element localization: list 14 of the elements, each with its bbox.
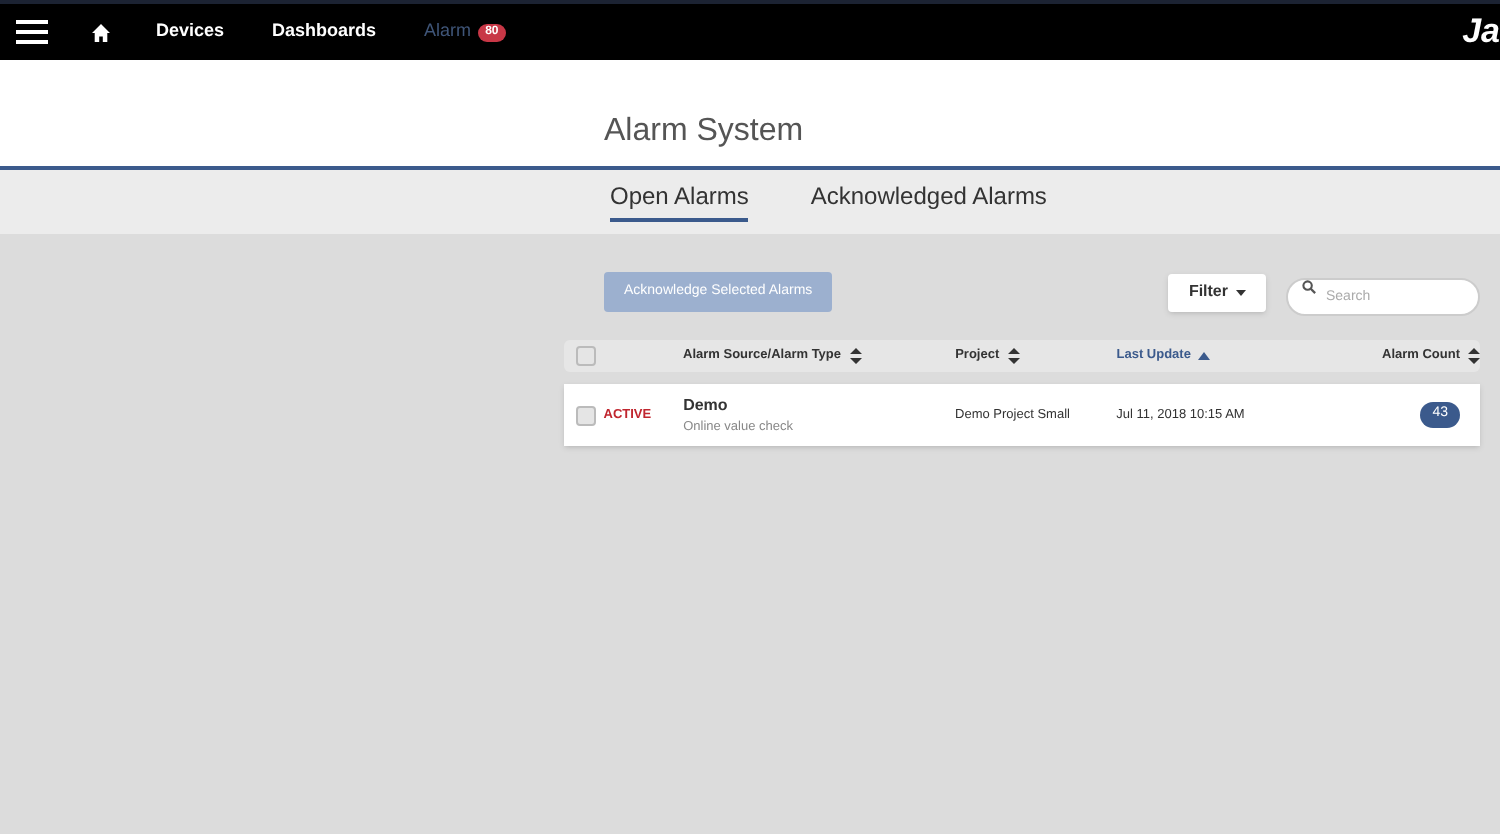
search-icon — [1302, 280, 1316, 294]
checkbox[interactable] — [576, 346, 596, 366]
home-icon[interactable] — [92, 23, 110, 41]
nav-link[interactable]: Dashboards — [272, 18, 377, 46]
page-title: Alarm System — [604, 112, 804, 152]
caret-icon — [1236, 289, 1246, 295]
filter-button[interactable]: Filter — [1168, 273, 1266, 311]
checkbox[interactable] — [576, 405, 596, 425]
menu-icon[interactable] — [16, 20, 48, 44]
logo: Ja — [1462, 10, 1500, 55]
tab[interactable]: Open Alarms — [610, 178, 749, 222]
tab[interactable]: Acknowledged Alarms — [810, 178, 1047, 222]
nav-link[interactable]: Devices — [156, 18, 225, 46]
alarm-source: Demo — [683, 393, 730, 418]
